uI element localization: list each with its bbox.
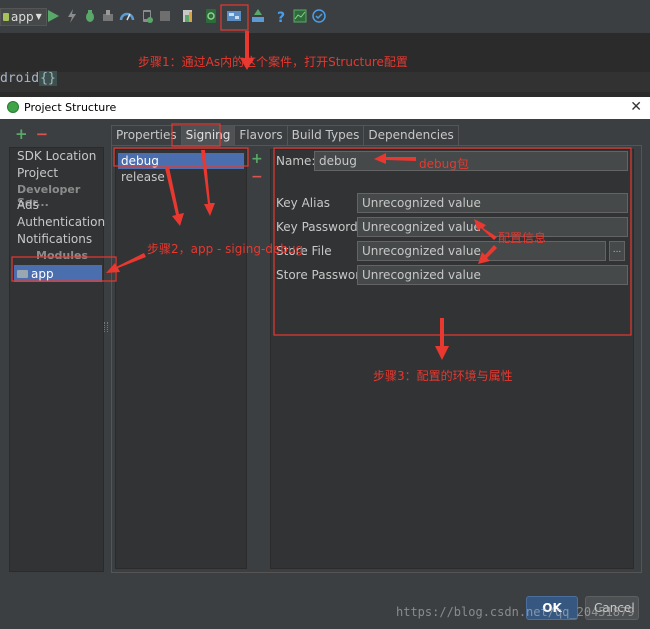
svg-text:?: ? — [277, 10, 285, 24]
signing-config-list: debug release — [115, 149, 247, 569]
splitter-handle[interactable] — [104, 322, 108, 332]
debug-package-annotation: debug包 — [419, 157, 469, 171]
browse-button[interactable]: ... — [609, 241, 625, 261]
left-panel: + − SDK Location Project Developer Ser...… — [9, 125, 105, 572]
android-module-icon — [3, 13, 9, 21]
sidebar-item-sdk-location[interactable]: SDK Location — [17, 149, 96, 163]
project-structure-dialog: Project Structure ✕ + − SDK Location Proj… — [0, 97, 650, 629]
watermark: https://blog.csdn.net/qq_20451879 — [396, 605, 635, 619]
config-actions: + − — [251, 151, 263, 185]
help-icon[interactable]: ? — [274, 8, 290, 24]
signing-content: debug release + − Name: debug Key Alias … — [111, 145, 642, 573]
tab-flavors[interactable]: Flavors — [234, 125, 288, 145]
tab-build-types[interactable]: Build Types — [286, 125, 365, 145]
name-field[interactable]: debug — [314, 151, 628, 171]
config-item-debug[interactable]: debug — [118, 153, 244, 169]
key-password-label: Key Password — [276, 220, 358, 234]
monitor-icon[interactable] — [292, 8, 308, 24]
key-password-field[interactable]: Unrecognized value — [357, 217, 628, 237]
add-config-icon[interactable]: + — [251, 151, 263, 167]
sidebar-item-app-label: app — [31, 266, 54, 281]
dialog-titlebar: Project Structure ✕ — [0, 97, 650, 119]
key-alias-label: Key Alias — [276, 196, 331, 210]
sidebar-item-project[interactable]: Project — [17, 166, 58, 180]
remove-icon[interactable]: − — [36, 125, 49, 143]
store-file-field[interactable]: Unrecognized value — [357, 241, 606, 261]
code-text: droid — [0, 71, 40, 86]
sync-icon[interactable] — [180, 8, 196, 24]
sidebar-item-app[interactable]: app — [14, 265, 102, 282]
store-password-field[interactable]: Unrecognized value — [357, 265, 628, 285]
module-list: SDK Location Project Developer Ser... Ad… — [9, 147, 105, 572]
run-config-select[interactable]: app ▼ — [0, 8, 47, 26]
signing-form: Name: debug Key Alias Unrecognized value… — [270, 149, 634, 569]
folder-icon — [17, 269, 28, 278]
code-brace: {} — [39, 71, 57, 86]
device-icon[interactable] — [139, 8, 155, 24]
name-label: Name: — [276, 154, 316, 168]
run-config-label: app — [11, 10, 34, 24]
config-item-release[interactable]: release — [118, 169, 244, 185]
step3-annotation: 步骤3：配置的环境与属性 — [373, 369, 513, 383]
close-icon[interactable]: ✕ — [630, 99, 642, 115]
stop-icon[interactable] — [157, 8, 173, 24]
debug-lightning-icon[interactable] — [64, 8, 80, 24]
editor-current-line — [0, 72, 650, 92]
tab-dependencies[interactable]: Dependencies — [363, 125, 459, 145]
remove-config-icon[interactable]: − — [251, 169, 263, 185]
main-toolbar: app ▼ ? — [0, 0, 650, 34]
store-password-label: Store Password — [276, 268, 368, 282]
step1-annotation: 步骤1：通过As内的这个案件，打开Structure配置 — [138, 55, 408, 69]
key-alias-field[interactable]: Unrecognized value — [357, 193, 628, 213]
tab-bar: Properties Signing Flavors Build Types D… — [111, 125, 459, 145]
step2-annotation: 步骤2，app - siging-debug — [147, 242, 304, 256]
bug-icon[interactable] — [82, 8, 98, 24]
sidebar-item-notifications[interactable]: Notifications — [17, 232, 92, 246]
tab-signing[interactable]: Signing — [180, 125, 236, 145]
code-snippet: droid{} — [0, 71, 57, 86]
modules-header: Modules — [36, 249, 88, 262]
sidebar-item-ads[interactable]: Ads — [17, 198, 39, 212]
dialog-title: Project Structure — [24, 101, 117, 114]
left-panel-actions: + − — [15, 125, 48, 143]
android-studio-icon — [7, 101, 19, 113]
chevron-down-icon: ▼ — [35, 12, 42, 21]
config-info-annotation: 配置信息 — [498, 231, 547, 245]
attach-icon[interactable] — [100, 8, 116, 24]
add-icon[interactable]: + — [15, 125, 28, 143]
run-icon[interactable] — [45, 8, 61, 24]
project-structure-icon[interactable] — [226, 8, 242, 24]
profile-icon[interactable] — [119, 8, 135, 24]
tab-properties[interactable]: Properties — [111, 125, 182, 145]
gradle-icon[interactable] — [203, 8, 219, 24]
sdk-manager-icon[interactable] — [250, 8, 266, 24]
check-icon[interactable] — [311, 8, 327, 24]
sidebar-item-authentication[interactable]: Authentication — [17, 215, 105, 229]
